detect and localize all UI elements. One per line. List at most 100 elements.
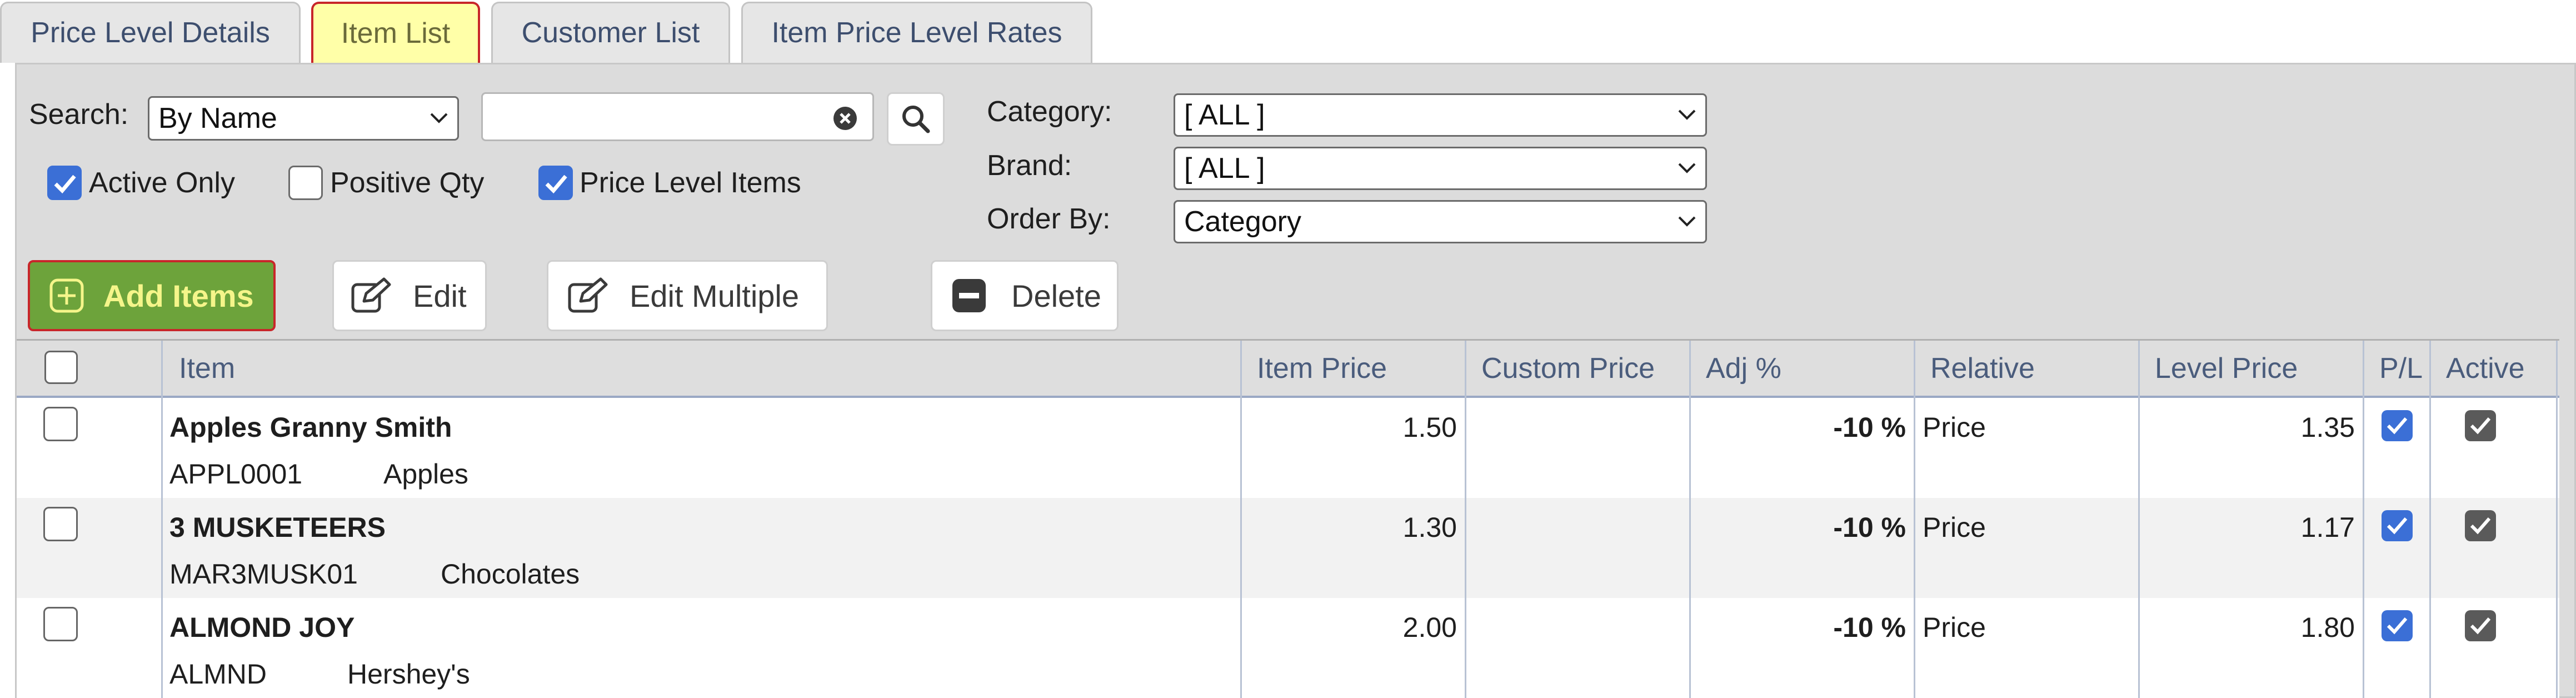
search-mode-select[interactable]: By Name xyxy=(148,96,459,141)
checkmark-icon xyxy=(2470,417,2491,435)
brand-select[interactable]: [ ALL ] xyxy=(1174,147,1707,190)
chevron-down-icon xyxy=(1678,109,1696,120)
tab-item-price-level-rates[interactable]: Item Price Level Rates xyxy=(741,2,1092,63)
order-by-value: Category xyxy=(1184,206,1301,238)
column-header-level-price[interactable]: Level Price xyxy=(2138,341,2363,396)
checkmark-icon xyxy=(2470,617,2491,635)
edit-multiple-button[interactable]: Edit Multiple xyxy=(547,260,828,331)
column-header-active[interactable]: Active xyxy=(2429,341,2540,396)
clear-icon[interactable] xyxy=(832,106,858,131)
tab-price-level-details[interactable]: Price Level Details xyxy=(0,2,301,63)
level-price: 1.35 xyxy=(2300,412,2355,443)
edit-multiple-label: Edit Multiple xyxy=(630,278,800,313)
search-mode-value: By Name xyxy=(158,102,277,134)
delete-label: Delete xyxy=(1011,278,1101,313)
checkmark-icon xyxy=(2470,517,2491,535)
row-select-checkbox[interactable] xyxy=(43,507,78,541)
edit-label: Edit xyxy=(413,278,467,313)
category-value: [ ALL ] xyxy=(1184,99,1265,131)
column-divider xyxy=(161,341,163,698)
positive-qty-checkbox[interactable] xyxy=(288,166,323,200)
table-header: Item Item Price Custom Price Adj % Relat… xyxy=(17,339,2559,398)
checkmark-icon xyxy=(54,174,76,194)
checkmark-icon xyxy=(545,174,567,194)
active-checkbox[interactable] xyxy=(2465,510,2496,541)
item-name: Apples Granny Smith xyxy=(169,412,452,443)
item-code: MAR3MUSK01 xyxy=(169,559,358,590)
column-header-custom-price[interactable]: Custom Price xyxy=(1465,341,1689,396)
order-by-select[interactable]: Category xyxy=(1174,200,1707,243)
tab-customer-list[interactable]: Customer List xyxy=(491,2,730,63)
edit-button[interactable]: Edit xyxy=(332,260,487,331)
level-price: 1.80 xyxy=(2300,612,2355,643)
order-by-label: Order By: xyxy=(987,203,1111,235)
active-only-label: Active Only xyxy=(89,167,235,199)
column-header-pl[interactable]: P/L xyxy=(2363,341,2429,396)
pl-checkbox[interactable] xyxy=(2382,510,2413,541)
relative-value: Price xyxy=(1923,512,1986,543)
relative-value: Price xyxy=(1923,612,1986,643)
relative-value: Price xyxy=(1923,412,1986,443)
search-label: Search: xyxy=(29,98,129,131)
adj-percent: -10 % xyxy=(1833,512,1906,543)
checkmark-icon xyxy=(2387,617,2408,635)
table-row[interactable]: 3 MUSKETEERS MAR3MUSK01 Chocolates 1.30 … xyxy=(17,498,2559,598)
column-divider xyxy=(1914,341,1915,698)
column-header-item-price[interactable]: Item Price xyxy=(1240,341,1465,396)
pl-checkbox[interactable] xyxy=(2382,610,2413,641)
edit-icon xyxy=(351,277,391,313)
checkmark-icon xyxy=(2387,417,2408,435)
active-checkbox[interactable] xyxy=(2465,410,2496,441)
checkmark-icon xyxy=(2387,517,2408,535)
column-header-adj[interactable]: Adj % xyxy=(1689,341,1914,396)
adj-percent: -10 % xyxy=(1833,412,1906,443)
column-divider xyxy=(1689,341,1691,698)
item-price: 2.00 xyxy=(1402,612,1457,643)
column-divider xyxy=(2363,341,2364,698)
chevron-down-icon xyxy=(1678,216,1696,227)
column-divider xyxy=(1240,341,1242,698)
category-label: Category: xyxy=(987,96,1112,128)
column-header-item[interactable]: Item xyxy=(162,341,1240,396)
plus-square-icon xyxy=(49,278,84,313)
column-divider xyxy=(2556,341,2558,698)
active-only-checkbox[interactable] xyxy=(47,166,82,200)
item-code: ALMND xyxy=(169,659,267,690)
row-select-checkbox[interactable] xyxy=(43,407,78,441)
item-name: 3 MUSKETEERS xyxy=(169,512,386,543)
price-level-items-checkbox[interactable] xyxy=(538,166,573,200)
row-select-checkbox[interactable] xyxy=(43,607,78,641)
pl-checkbox[interactable] xyxy=(2382,410,2413,441)
column-divider xyxy=(1465,341,1466,698)
column-header-relative[interactable]: Relative xyxy=(1914,341,2138,396)
column-divider xyxy=(2429,341,2431,698)
item-price: 1.30 xyxy=(1402,512,1457,543)
select-all-checkbox[interactable] xyxy=(44,351,78,384)
chevron-down-icon xyxy=(1678,163,1696,173)
edit-icon xyxy=(568,277,608,313)
add-items-button[interactable]: Add Items xyxy=(28,260,276,331)
table-row[interactable]: Apples Granny Smith APPL0001 Apples 1.50… xyxy=(17,398,2559,498)
table-row[interactable]: ALMOND JOY ALMND Hershey's 2.00 -10 % Pr… xyxy=(17,598,2559,698)
column-divider xyxy=(2138,341,2140,698)
add-items-label: Add Items xyxy=(103,278,254,313)
active-checkbox[interactable] xyxy=(2465,610,2496,641)
tab-item-list[interactable]: Item List xyxy=(311,2,480,63)
item-category: Chocolates xyxy=(441,559,580,590)
search-input[interactable] xyxy=(481,92,874,141)
search-button[interactable] xyxy=(887,92,945,146)
minus-square-icon xyxy=(952,279,986,312)
chevron-down-icon xyxy=(430,113,448,123)
price-level-items-label: Price Level Items xyxy=(580,167,801,199)
brand-label: Brand: xyxy=(987,149,1072,182)
brand-value: [ ALL ] xyxy=(1184,152,1265,185)
item-price: 1.50 xyxy=(1402,412,1457,443)
category-select[interactable]: [ ALL ] xyxy=(1174,93,1707,137)
item-name: ALMOND JOY xyxy=(169,612,355,643)
level-price: 1.17 xyxy=(2300,512,2355,543)
item-category: Apples xyxy=(383,458,468,490)
positive-qty-label: Positive Qty xyxy=(330,167,485,199)
adj-percent: -10 % xyxy=(1833,612,1906,643)
delete-button[interactable]: Delete xyxy=(931,260,1119,331)
search-icon xyxy=(902,106,930,133)
